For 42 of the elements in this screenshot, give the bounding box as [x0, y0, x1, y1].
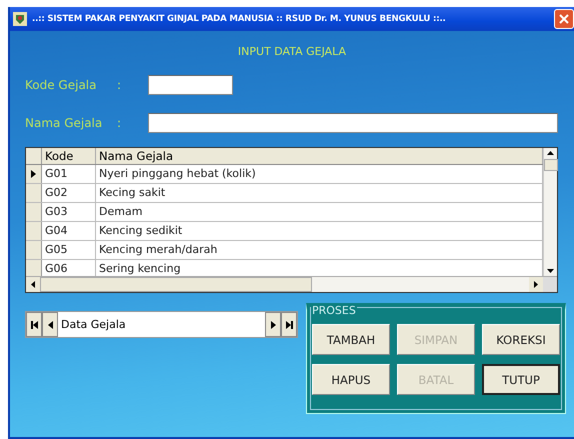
column-header[interactable]: Kode	[42, 148, 96, 164]
scroll-thumb[interactable]	[544, 159, 558, 171]
colon-label: :	[117, 116, 122, 130]
last-record-button[interactable]	[281, 312, 297, 337]
table-cell: G05	[42, 241, 96, 259]
table-cell: G01	[42, 165, 96, 183]
scroll-left-icon[interactable]	[31, 281, 35, 288]
previous-icon	[48, 320, 52, 328]
action-button[interactable]: KOREKSI	[482, 324, 560, 355]
scroll-thumb[interactable]	[40, 277, 312, 292]
field-label: Kode Gejala	[25, 78, 98, 92]
colon-label: :	[117, 78, 122, 92]
field-label: Nama Gejala	[25, 116, 104, 130]
window-title: ..:: SISTEM PAKAR PENYAKIT GINJAL PADA MANUSIA :: RSUD Dr. M. YUNUS BENGKULU ::..	[32, 14, 447, 24]
scrollbar-corner	[543, 277, 557, 292]
table-cell: G04	[42, 222, 96, 240]
close-icon	[559, 14, 569, 24]
scroll-right-icon[interactable]	[534, 281, 538, 288]
input-field[interactable]	[148, 112, 558, 132]
next-icon	[270, 320, 276, 328]
first-icon	[30, 320, 38, 328]
scroll-up-icon[interactable]	[547, 151, 554, 155]
row-selector[interactable]	[26, 165, 42, 183]
close-button[interactable]	[554, 9, 574, 29]
action-button[interactable]: HAPUS	[312, 364, 390, 395]
emblem-icon	[13, 12, 27, 26]
previous-record-button[interactable]	[42, 312, 58, 337]
panel-title: PROSES	[311, 304, 357, 317]
next-record-button[interactable]	[265, 312, 281, 337]
navigator-caption: Data Gejala	[60, 317, 127, 333]
current-row-icon	[31, 170, 36, 178]
horizontal-scrollbar[interactable]	[26, 276, 557, 292]
table-cell: G02	[42, 184, 96, 202]
action-button[interactable]: TUTUP	[482, 364, 560, 395]
last-icon	[286, 320, 292, 328]
scroll-down-icon[interactable]	[547, 269, 554, 273]
first-record-button[interactable]	[26, 312, 42, 337]
form-heading: INPUT DATA GEJALA	[236, 45, 348, 58]
vertical-scrollbar[interactable]	[543, 148, 557, 276]
input-field[interactable]	[148, 74, 233, 94]
table-cell: G03	[42, 203, 96, 221]
action-button[interactable]: TAMBAH	[312, 324, 390, 355]
